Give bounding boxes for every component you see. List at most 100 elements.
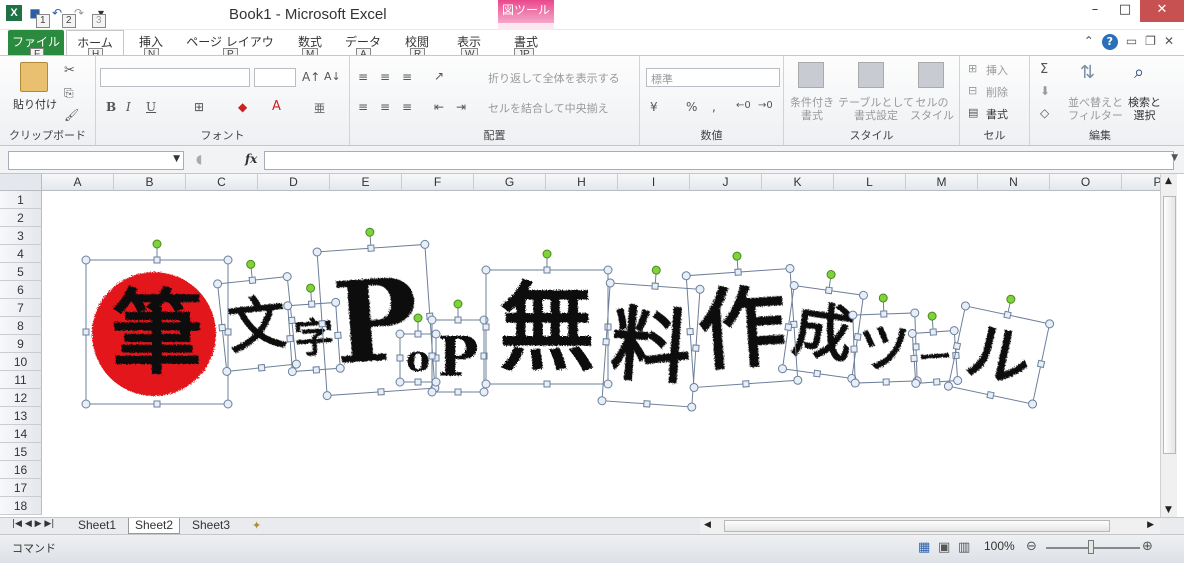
- doc-restore-icon[interactable]: ❐: [1145, 34, 1156, 50]
- rotation-handle[interactable]: [542, 249, 552, 259]
- side-resize-handle[interactable]: [82, 328, 90, 336]
- side-resize-handle[interactable]: [692, 344, 700, 352]
- corner-resize-handle[interactable]: [81, 255, 91, 265]
- side-resize-handle[interactable]: [602, 338, 610, 346]
- brush-glyph-5[interactable]: o: [406, 338, 430, 380]
- decrease-indent-icon[interactable]: ⇤: [434, 100, 444, 114]
- corner-resize-handle[interactable]: [695, 284, 705, 294]
- font-name-combo[interactable]: [100, 68, 250, 87]
- insert-sheet-icon[interactable]: ✦: [252, 519, 261, 532]
- normal-view-icon[interactable]: ▦: [918, 540, 930, 555]
- cut-icon[interactable]: ✂: [64, 63, 75, 78]
- rotation-handle[interactable]: [413, 313, 423, 323]
- rotation-handle[interactable]: [651, 265, 661, 275]
- brush-glyph-8[interactable]: 料: [608, 296, 694, 395]
- corner-resize-handle[interactable]: [335, 363, 345, 373]
- percent-icon[interactable]: %: [686, 100, 697, 114]
- corner-resize-handle[interactable]: [427, 315, 437, 325]
- shrink-font-icon[interactable]: A↓: [324, 70, 341, 83]
- side-resize-handle[interactable]: [286, 334, 294, 343]
- page-layout-view-icon[interactable]: ▣: [938, 540, 950, 555]
- corner-resize-handle[interactable]: [1028, 399, 1038, 409]
- copy-icon[interactable]: ⎘: [64, 86, 74, 101]
- corner-resize-handle[interactable]: [785, 264, 795, 274]
- corner-resize-handle[interactable]: [420, 239, 430, 249]
- side-resize-handle[interactable]: [910, 354, 918, 363]
- brush-glyph-1[interactable]: 筆: [111, 279, 203, 387]
- expand-formula-bar-icon[interactable]: ▼: [1171, 153, 1178, 163]
- find-select-button[interactable]: 検索と 選択: [1128, 96, 1161, 122]
- corner-resize-handle[interactable]: [789, 281, 799, 291]
- conditional-format-button[interactable]: 条件付き 書式: [790, 96, 834, 122]
- side-resize-handle[interactable]: [312, 366, 321, 374]
- autosum-icon[interactable]: Σ: [1040, 62, 1048, 77]
- side-resize-handle[interactable]: [686, 327, 694, 336]
- side-resize-handle[interactable]: [287, 316, 296, 325]
- sheet-tab-3[interactable]: Sheet3: [186, 518, 236, 534]
- side-resize-handle[interactable]: [986, 390, 995, 400]
- brush-glyph-12[interactable]: ー: [917, 337, 954, 379]
- find-select-icon[interactable]: ⌕: [1134, 62, 1144, 83]
- decrease-decimal-icon[interactable]: →0: [758, 100, 773, 111]
- conditional-format-icon[interactable]: [798, 62, 824, 88]
- doc-close-icon[interactable]: ✕: [1164, 34, 1174, 50]
- corner-resize-handle[interactable]: [605, 278, 615, 288]
- side-resize-handle[interactable]: [952, 351, 960, 360]
- corner-resize-handle[interactable]: [603, 379, 613, 389]
- corner-resize-handle[interactable]: [1045, 319, 1055, 329]
- side-resize-handle[interactable]: [784, 323, 793, 332]
- vertical-scrollbar[interactable]: ▲ ▼: [1160, 174, 1177, 517]
- side-resize-handle[interactable]: [334, 331, 342, 340]
- page-break-view-icon[interactable]: ▥: [958, 540, 970, 555]
- increase-decimal-icon[interactable]: ←0: [736, 100, 751, 111]
- sheet-nav-icon[interactable]: |◀ ◀ ▶ ▶|: [12, 519, 54, 529]
- minimize-button[interactable]: –: [1080, 0, 1110, 22]
- corner-resize-handle[interactable]: [395, 377, 405, 387]
- zoom-out-icon[interactable]: ⊖: [1026, 539, 1037, 554]
- zoom-slider-thumb[interactable]: [1088, 540, 1094, 554]
- side-resize-handle[interactable]: [318, 320, 326, 328]
- formula-bar-splitter-icon[interactable]: ◖: [196, 152, 202, 166]
- sort-filter-icon[interactable]: ⇅: [1080, 62, 1095, 83]
- sort-filter-button[interactable]: 並べ替えと フィルター: [1068, 96, 1123, 122]
- side-resize-handle[interactable]: [929, 328, 937, 336]
- corner-resize-handle[interactable]: [282, 272, 292, 282]
- corner-resize-handle[interactable]: [911, 378, 921, 388]
- side-resize-handle[interactable]: [933, 378, 941, 386]
- formula-input[interactable]: [264, 151, 1174, 170]
- side-resize-handle[interactable]: [396, 354, 404, 362]
- scroll-left-icon[interactable]: ◀: [704, 520, 711, 530]
- horizontal-scrollbar[interactable]: ◀ ▶: [700, 519, 1160, 534]
- scroll-right-icon[interactable]: ▶: [1147, 520, 1154, 530]
- brush-glyph-3[interactable]: 字: [292, 313, 335, 363]
- corner-resize-handle[interactable]: [949, 326, 959, 336]
- format-as-table-icon[interactable]: [858, 62, 884, 88]
- brush-glyph-13[interactable]: ル: [960, 313, 1038, 400]
- brush-glyph-9[interactable]: 作: [695, 274, 790, 384]
- corner-resize-handle[interactable]: [322, 391, 332, 401]
- side-resize-handle[interactable]: [454, 316, 462, 324]
- paste-icon[interactable]: [20, 62, 48, 92]
- maximize-button[interactable]: □: [1110, 0, 1140, 22]
- doc-minimize-icon[interactable]: ▭: [1126, 34, 1137, 50]
- rotation-handle[interactable]: [878, 293, 888, 303]
- format-painter-icon[interactable]: 🖌: [64, 108, 79, 122]
- scroll-down-icon[interactable]: ▼: [1165, 505, 1172, 515]
- side-resize-handle[interactable]: [454, 388, 462, 396]
- side-resize-handle[interactable]: [1003, 310, 1012, 320]
- corner-resize-handle[interactable]: [481, 379, 491, 389]
- side-resize-handle[interactable]: [742, 380, 750, 388]
- insert-function-button[interactable]: fx: [245, 152, 257, 166]
- corner-resize-handle[interactable]: [848, 310, 858, 320]
- rotation-handle[interactable]: [826, 270, 836, 280]
- corner-resize-handle[interactable]: [689, 382, 699, 392]
- insert-cells-button[interactable]: 挿入: [986, 62, 1008, 78]
- side-resize-handle[interactable]: [543, 380, 551, 388]
- align-top-icon[interactable]: ≡: [358, 70, 368, 84]
- side-resize-handle[interactable]: [734, 268, 742, 276]
- close-button[interactable]: ✕: [1140, 0, 1184, 22]
- corner-resize-handle[interactable]: [603, 265, 613, 275]
- brush-glyph-11[interactable]: ツ: [858, 318, 912, 381]
- rotation-handle[interactable]: [1006, 294, 1016, 304]
- corner-resize-handle[interactable]: [312, 247, 322, 257]
